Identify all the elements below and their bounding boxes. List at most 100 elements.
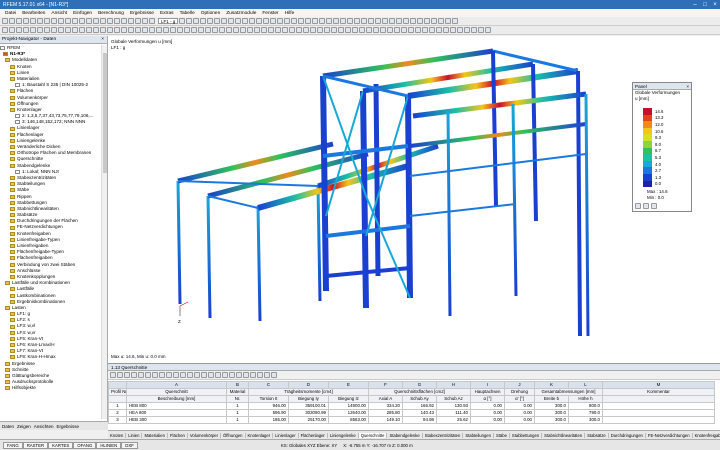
- table-cell[interactable]: 94.98: [402, 416, 437, 424]
- navigator-tab[interactable]: Ergebnisse: [57, 424, 80, 429]
- sheet-tab[interactable]: Öffnungen: [221, 432, 246, 438]
- table-row[interactable]: 3 HEB 300 1 185.00 25170.00 8563.00 149.10 94.9…: [108, 416, 715, 424]
- sheet-tab[interactable]: Stabendgelenke: [387, 432, 423, 438]
- table-toolbar-icon[interactable]: [152, 372, 158, 378]
- toolbar-icon[interactable]: [205, 27, 211, 33]
- toolbar-icon[interactable]: [249, 18, 256, 24]
- toolbar-icon[interactable]: [100, 27, 106, 33]
- toolbar-icon[interactable]: [478, 27, 484, 33]
- table-cell[interactable]: 300.0: [534, 416, 569, 424]
- toolbar-icon[interactable]: [186, 18, 193, 24]
- table-cell[interactable]: 0.00: [504, 416, 535, 424]
- toolbar-icon[interactable]: [338, 27, 344, 33]
- toolbar-icon[interactable]: [65, 27, 71, 33]
- model-view[interactable]: Globale Verformungen u [mm] LF1 : g Z Ma…: [108, 36, 720, 363]
- toolbar-icon[interactable]: [452, 18, 459, 24]
- table-cell[interactable]: [602, 416, 715, 424]
- toolbar-icon[interactable]: [200, 18, 207, 24]
- minimize-button[interactable]: –: [690, 2, 700, 8]
- toolbar-icon[interactable]: [128, 18, 134, 24]
- toolbar-icon[interactable]: [193, 18, 200, 24]
- toolbar-icon[interactable]: [114, 27, 120, 33]
- menu-item[interactable]: Tabelle: [177, 11, 198, 16]
- status-toggle-button[interactable]: DXF: [121, 441, 138, 449]
- table-cell[interactable]: 303090.99: [288, 409, 329, 417]
- menu-item[interactable]: Extras: [157, 11, 177, 16]
- toolbar-icon[interactable]: [422, 27, 428, 33]
- table-cell[interactable]: [602, 402, 715, 410]
- table-row[interactable]: 1 HEB 800 1 946.00 359100.01 14900.00 334.20 16…: [108, 402, 715, 410]
- toolbar-icon[interactable]: [263, 18, 270, 24]
- table-cell[interactable]: 140.43: [402, 409, 437, 417]
- toolbar-icon[interactable]: [261, 27, 267, 33]
- table-toolbar-icon[interactable]: [159, 372, 165, 378]
- table-toolbar-icon[interactable]: [180, 372, 186, 378]
- table-cell[interactable]: 0.00: [470, 416, 505, 424]
- table-cell[interactable]: 1: [226, 409, 249, 417]
- toolbar-icon[interactable]: [485, 27, 491, 33]
- sheet-tab[interactable]: Stäbe: [494, 432, 510, 438]
- toolbar-icon[interactable]: [135, 27, 141, 33]
- table-toolbar-icon[interactable]: [215, 372, 221, 378]
- table-toolbar-icon[interactable]: [194, 372, 200, 378]
- table-cell[interactable]: 1: [108, 402, 127, 410]
- table-cell[interactable]: 596.90: [248, 409, 289, 417]
- sheet-tab[interactable]: Materialien: [142, 432, 168, 438]
- menu-item[interactable]: Ergebnisse: [127, 11, 157, 16]
- toolbar-icon[interactable]: [44, 27, 50, 33]
- table-cell[interactable]: 1: [226, 416, 249, 424]
- toolbar-icon[interactable]: [242, 18, 249, 24]
- table-toolbar-icon[interactable]: [201, 372, 207, 378]
- table-cell[interactable]: 185.00: [248, 416, 289, 424]
- sheet-tab[interactable]: Knotenlager: [246, 432, 274, 438]
- toolbar-icon[interactable]: [221, 18, 228, 24]
- status-toggle-button[interactable]: OFANG: [73, 441, 97, 449]
- toolbar-icon[interactable]: [93, 27, 99, 33]
- table-cell[interactable]: 149.10: [368, 416, 403, 424]
- table-toolbar-icon[interactable]: [131, 372, 137, 378]
- status-toggle-button[interactable]: RASTER: [22, 441, 49, 449]
- toolbar-icon[interactable]: [366, 27, 372, 33]
- table-cell[interactable]: 130.93: [436, 402, 471, 410]
- toolbar-icon[interactable]: [149, 18, 155, 24]
- loadcase-combo[interactable]: LF1 - g: [158, 18, 179, 24]
- toolbar-icon[interactable]: [114, 18, 120, 24]
- toolbar-icon[interactable]: [352, 27, 358, 33]
- toolbar-icon[interactable]: [375, 18, 382, 24]
- toolbar-icon[interactable]: [93, 18, 99, 24]
- toolbar-icon[interactable]: [235, 18, 242, 24]
- toolbar-icon[interactable]: [121, 18, 127, 24]
- sheet-tab[interactable]: Knoten: [108, 432, 127, 438]
- toolbar-icon[interactable]: [170, 27, 176, 33]
- table-toolbar-icon[interactable]: [166, 372, 172, 378]
- toolbar-icon[interactable]: [121, 27, 127, 33]
- toolbar-icon[interactable]: [128, 27, 134, 33]
- close-button[interactable]: ×: [710, 2, 720, 8]
- table-toolbar-icon[interactable]: [236, 372, 242, 378]
- table-toolbar-icon[interactable]: [243, 372, 249, 378]
- table-cell[interactable]: 790.0: [568, 409, 603, 417]
- toolbar-icon[interactable]: [431, 18, 438, 24]
- toolbar-icon[interactable]: [277, 18, 284, 24]
- toolbar-icon[interactable]: [100, 18, 106, 24]
- menu-item[interactable]: Ansicht: [48, 11, 70, 16]
- table-cell[interactable]: HEA 800: [126, 409, 227, 417]
- toolbar-icon[interactable]: [256, 18, 263, 24]
- toolbar-icon[interactable]: [417, 18, 424, 24]
- toolbar-icon[interactable]: [16, 18, 22, 24]
- table-toolbar-icon[interactable]: [117, 372, 123, 378]
- toolbar-icon[interactable]: [247, 27, 253, 33]
- toolbar-icon[interactable]: [240, 27, 246, 33]
- table-toolbar-icon[interactable]: [138, 372, 144, 378]
- table-cell[interactable]: 946.00: [248, 402, 289, 410]
- table-cell[interactable]: 800.0: [568, 402, 603, 410]
- table-cell[interactable]: 165.92: [402, 402, 437, 410]
- sheet-tab[interactable]: Stabsätze: [585, 432, 609, 438]
- sheet-tab[interactable]: Flächen: [168, 432, 188, 438]
- toolbar-icon[interactable]: [23, 18, 29, 24]
- toolbar-icon[interactable]: [373, 27, 379, 33]
- toolbar-icon[interactable]: [396, 18, 403, 24]
- menu-item[interactable]: Bearbeiten: [19, 11, 48, 16]
- toolbar-icon[interactable]: [65, 18, 71, 24]
- table-cell[interactable]: 12640.00: [328, 409, 369, 417]
